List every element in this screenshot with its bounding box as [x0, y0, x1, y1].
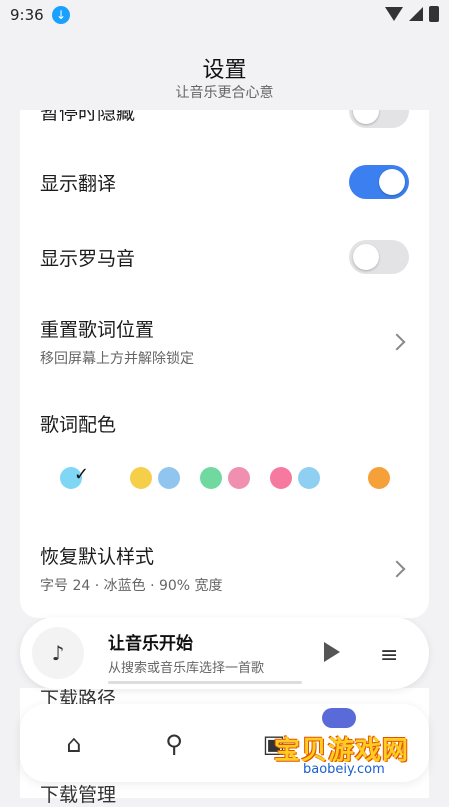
color-swatch-dot	[270, 467, 292, 489]
page-subtitle: 让音乐更合心意	[175, 85, 274, 101]
toggle-knob	[353, 110, 379, 124]
show-translation-toggle[interactable]	[349, 165, 409, 199]
toggle-knob	[379, 169, 405, 195]
setting-label: 显示罗马音	[40, 247, 136, 270]
check-icon: ✓	[74, 464, 90, 485]
music-note-icon: ♪	[32, 627, 84, 679]
color-swatch-dot	[228, 467, 250, 489]
chevron-right-icon	[388, 560, 406, 577]
download-manage-row[interactable]: 下载管理	[40, 780, 116, 807]
status-bar: 9:36 ↓	[0, 0, 449, 32]
gamepad-icon	[322, 708, 356, 728]
color-swatch-option[interactable]	[130, 465, 186, 491]
color-swatch-option[interactable]	[368, 465, 396, 491]
color-swatch-dot	[368, 467, 390, 489]
color-swatch-dot	[158, 467, 180, 489]
watermark-url: baobeiy.com	[300, 762, 388, 777]
chevron-right-icon	[388, 333, 406, 350]
color-swatch-dot	[298, 467, 320, 489]
setting-label: 暂停时隐藏	[40, 110, 136, 124]
mini-player-progress	[108, 681, 302, 684]
page-title: 设置	[202, 58, 247, 83]
mini-player[interactable]: ♪ 让音乐开始 从搜索或音乐库选择一首歌 ≡	[20, 617, 429, 689]
mini-player-title: 让音乐开始	[108, 634, 193, 654]
queue-icon[interactable]: ≡	[380, 643, 398, 668]
download-notification-icon: ↓	[52, 6, 70, 24]
system-icons	[385, 6, 439, 22]
setting-row-lyrics-color: 歌词配色	[40, 410, 409, 437]
setting-row-reset-lyrics[interactable]: 重置歌词位置 移回屏幕上方并解除锁定	[40, 315, 409, 368]
setting-label: 歌词配色	[40, 414, 117, 436]
setting-row-show-translation[interactable]: 显示翻译	[40, 165, 409, 199]
setting-row-restore-default[interactable]: 恢复默认样式 字号 24 · 冰蓝色 · 90% 宽度	[40, 542, 409, 595]
color-swatch-option[interactable]	[200, 465, 256, 491]
setting-label: 恢复默认样式	[40, 546, 155, 568]
home-icon[interactable]: ⌂	[56, 726, 92, 762]
toggle-knob	[353, 244, 379, 270]
show-romaji-toggle[interactable]	[349, 240, 409, 274]
setting-row-show-romaji[interactable]: 显示罗马音	[40, 240, 409, 274]
hide-on-pause-toggle[interactable]	[349, 110, 409, 128]
page-header: 设置 让音乐更合心意	[0, 52, 449, 102]
settings-card: 暂停时隐藏 显示翻译 显示罗马音 重置歌词位置 移回屏幕上方并解除锁定 歌词配色…	[20, 110, 429, 618]
setting-label: 显示翻译	[40, 172, 117, 195]
setting-sublabel: 移回屏幕上方并解除锁定	[40, 351, 194, 367]
lyrics-color-swatches: ✓	[60, 464, 400, 495]
signal-icon	[409, 7, 423, 21]
search-icon[interactable]: ⚲	[156, 726, 192, 762]
setting-sublabel: 字号 24 · 冰蓝色 · 90% 宽度	[40, 578, 223, 594]
watermark-logo: 宝贝游戏网 baobeiy.com	[270, 708, 430, 784]
color-swatch-dot	[130, 467, 152, 489]
mini-player-subtitle: 从搜索或音乐库选择一首歌	[108, 661, 265, 676]
status-time: 9:36	[10, 6, 44, 24]
battery-icon	[429, 6, 439, 22]
color-swatch-dot	[200, 467, 222, 489]
setting-label: 重置歌词位置	[40, 319, 155, 341]
play-icon[interactable]	[324, 642, 340, 662]
color-swatch-option[interactable]: ✓	[60, 464, 90, 491]
color-swatch-option[interactable]	[270, 465, 326, 491]
setting-row-hide-on-pause[interactable]: 暂停时隐藏	[40, 110, 409, 128]
wifi-icon	[385, 7, 403, 21]
